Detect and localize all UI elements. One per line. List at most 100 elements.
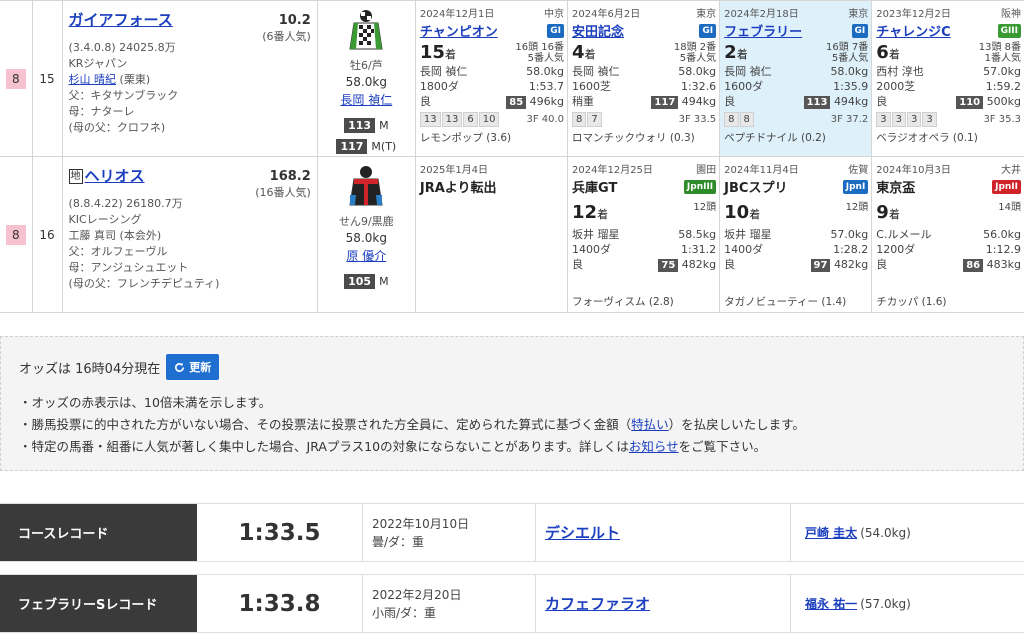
place-number: 6 [876,42,889,63]
tokubarai-link[interactable]: 特払い [631,417,669,432]
odds-header: オッズは 16時04分現在 更新 [19,354,1005,380]
place-unit: 着 [444,48,456,61]
rating-label: M [379,119,389,132]
race-time: 1:12.9 [985,243,1021,256]
place-number: 10 [724,202,750,223]
race-date: 2025年1月4日 [419,165,489,176]
record-date-text: 2022年2月20日 [372,587,462,602]
race-date: 2024年12月25日 [572,165,653,176]
record-time: 1:33.8 [197,575,363,632]
odds-value: 168.2 [269,169,311,184]
jockey-link[interactable]: 原 優介 [318,247,415,266]
sire: 父：キタサンブラック [68,89,179,102]
record-condition: 曇/ダ：重 [372,534,425,549]
odds-notice: オッズは 16時04分現在 更新 ・オッズの赤表示は、10倍未満を示します。 ・… [0,336,1024,471]
past-race-2: 2024年6月2日 東京 安田記念 GI 4着 18頭 2番 5番人気 長岡 禎仁 58.… [567,0,721,157]
race-jockey: 坂井 瑠星 [724,228,772,241]
past-race-4: 2024年10月3日 大井 東京盃 JpnII 9着 14頭 C.ルメール 56.0kg… [871,156,1024,313]
record-jockey-link[interactable]: 福永 祐一 [805,595,857,612]
race-name-link[interactable]: チャンピオン [420,21,498,40]
broodsire: (母の父：フレンチデピュティ) [68,277,220,290]
race-kg: 56.0kg [983,228,1021,241]
race-dist: 1600芝 [572,80,612,93]
record-horse-link[interactable]: デシエルト [536,504,791,561]
corner-pos: 8 [572,112,587,127]
race-dist: 1200ダ [876,243,916,256]
race-date: 2024年12月1日 [419,9,495,20]
notice-link[interactable]: お知らせ [629,439,679,454]
finish-place: 6着 [876,42,900,63]
race-rating: 110 [956,96,984,109]
race-time: 1:53.7 [528,80,565,93]
race-track: 東京 [696,9,717,20]
place-number: 2 [724,42,737,63]
page: 8 15 ガイアフォース 10.2 (6番人気) (3.4.0.8) 24025… [0,0,1024,635]
record-date: 2022年10月10日 曇/ダ：重 [363,504,536,561]
finish-place: 12着 [572,202,608,223]
finish-place: 15着 [420,42,456,63]
pop: 1番人気 [984,53,1021,64]
note-text: ・特定の馬番・組番に人気が著しく集中した場合、JRAプラス10の対象にならないこ… [19,439,629,454]
race-track: 佐賀 [848,165,869,176]
race-date: 2024年10月3日 [876,165,951,176]
last-3f: 3F 33.5 [678,114,717,125]
jockey-link[interactable]: 長岡 禎仁 [318,91,415,110]
race-cond: 良 [724,258,736,271]
rating-2: 117 M(T) [318,137,415,156]
heads-pop: 18頭 2番 5番人気 [674,42,716,64]
place-unit: 着 [597,208,609,221]
race-date: 2024年2月18日 [724,9,799,20]
race-name-link[interactable]: チャレンジC [876,21,950,40]
body-weight: 483kg [986,258,1021,271]
transfer-note: JRAより転出 [419,181,497,196]
weight-carried: 58.0kg [345,75,387,89]
record-jockey: 福永 祐一 (57.0kg) [791,575,1024,632]
horse-name-link[interactable]: ガイアフォース [69,11,173,29]
last-3f: 3F 35.3 [983,114,1021,125]
record-horse-link[interactable]: カフェファラオ [536,575,791,632]
grade-badge: GIII [997,23,1021,38]
race-kg: 57.0kg [983,65,1021,78]
race-cond: 良 [419,95,431,108]
refresh-icon [175,362,185,372]
record-jockey-link[interactable]: 戸崎 圭太 [805,524,857,541]
past-race-1: 2025年1月4日 JRAより転出 [414,156,569,313]
race-name-link[interactable]: 安田記念 [572,21,624,40]
corner-pos: 8 [724,112,739,127]
refresh-button[interactable]: 更新 [166,354,220,380]
trainer-line: 杉山 晴紀 (栗東) [69,72,311,88]
winner: フォーヴィスム (2.8) [572,296,674,308]
note-text: ・勝馬投票に的中された方がいない場合、その投票法に投票された方全員に、定められた… [19,417,632,432]
race-date: 2024年6月2日 [572,9,641,20]
past-race-3: 2024年11月4日 佐賀 JBCスプリ JpnI 10着 12頭 坂井 瑠星 57.0… [719,156,873,313]
record-kg: (57.0kg) [860,596,911,611]
heads: 12頭 [845,202,869,213]
race-name-link[interactable]: フェブラリー [724,21,802,40]
record-date-text: 2022年10月10日 [372,516,470,531]
record-label: フェブラリーSレコード [0,575,197,632]
winner: ベラジオオペラ (0.1) [876,132,978,144]
trainer-link[interactable]: 杉山 晴紀 [69,73,117,86]
corner-pos: 3 [891,112,907,127]
body-weight: 494kg [681,95,717,108]
race-cond: 良 [572,258,584,271]
race-dist: 1400ダ [572,243,612,256]
place-unit: 着 [584,48,596,61]
body-weight: 496kg [529,95,565,108]
horse-name-link[interactable]: ヘリオス [85,167,145,185]
race-record-row: フェブラリーSレコード 1:33.8 2022年2月20日 小雨/ダ：重 カフェフ… [0,574,1024,633]
finish-place: 10着 [724,202,760,223]
owner: KICレーシング [68,213,142,226]
grade-badge: GI [699,23,717,38]
race-kg: 58.0kg [678,65,717,78]
grade-badge: JpnIII [683,179,717,194]
corner-positions: 13 13 6 10 [419,112,501,127]
heads: 16頭 16番 [515,42,565,53]
last-3f: 3F 40.0 [526,114,565,125]
rating-label: M [379,275,389,288]
race-track: 東京 [848,9,869,20]
race-cond: 良 [876,258,888,271]
corner-positions: 88 [724,112,755,127]
race-rating: 75 [658,259,679,272]
race-time: 1:31.2 [680,243,717,256]
